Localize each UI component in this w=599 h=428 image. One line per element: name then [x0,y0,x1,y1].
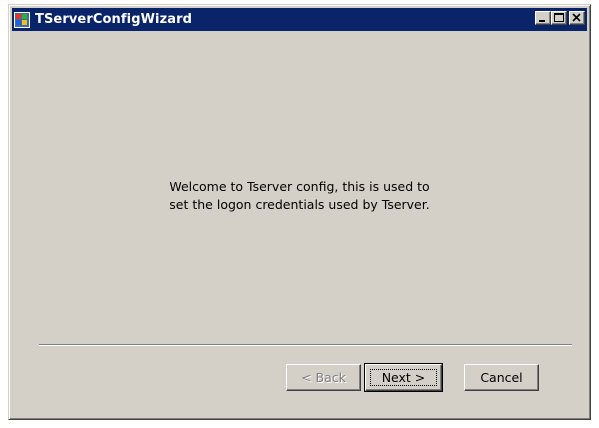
welcome-message: Welcome to Tserver config, this is used … [9,178,590,214]
wizard-window: TServerConfigWizard Welcome to Tserver c… [8,4,591,420]
title-bar[interactable]: TServerConfigWizard [12,8,587,31]
maximize-button[interactable] [551,11,567,25]
cancel-button-label: Cancel [480,370,523,385]
button-separator [39,344,572,346]
maximize-icon [554,13,564,22]
welcome-line-2: set the logon credentials used by Tserve… [169,197,430,212]
welcome-line-1: Welcome to Tserver config, this is used … [169,179,430,194]
next-button-label: Next > [381,370,426,385]
minimize-icon [539,20,545,22]
close-button[interactable] [569,11,585,25]
title-buttons [535,11,585,25]
windows-app-icon[interactable] [14,11,30,28]
minimize-button[interactable] [535,11,551,25]
close-icon [572,13,581,22]
next-button[interactable]: Next > [364,363,443,392]
back-button[interactable]: < Back [286,364,361,391]
back-button-label: < Back [301,370,346,385]
window-title: TServerConfigWizard [35,12,193,27]
cancel-button[interactable]: Cancel [464,364,539,391]
